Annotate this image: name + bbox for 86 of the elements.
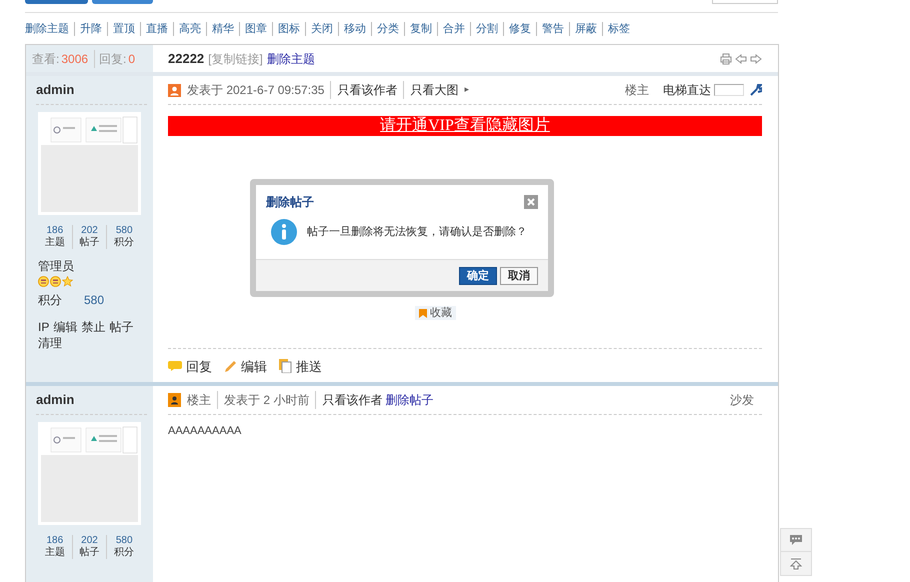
moderation-link[interactable]: 标签 [602,22,635,36]
post-action[interactable]: 推送 [279,356,322,376]
speech-bubble-icon [168,360,182,372]
views-label: 查看: [32,50,60,68]
stat-value[interactable]: 202 [81,225,98,237]
bookmark-icon [419,308,427,318]
reply-count: 0 [128,50,136,68]
moderation-link[interactable]: 删除主题 [25,22,74,36]
cancel-button[interactable]: 取消 [500,266,538,284]
user-icon [168,84,181,96]
moderation-link[interactable]: 复制 [404,22,437,36]
moderation-link[interactable]: 直播 [140,22,173,36]
thread-title: 22222 [168,50,204,68]
stat-label: 帖子 [80,237,100,249]
delete-topic-link[interactable]: 删除主题 [266,50,315,68]
author-name[interactable]: admin [36,390,74,410]
document-icon [279,359,292,374]
delete-post-link[interactable]: 删除帖子 [385,391,434,409]
moderation-link[interactable]: 修复 [503,22,536,36]
moderation-link[interactable]: 图标 [272,22,305,36]
stat-value[interactable]: 202 [81,535,98,547]
action-label: 推送 [296,358,322,376]
floor-number: 楼主 [625,82,649,99]
floor-input[interactable] [714,84,744,96]
user-group: 管理员 [38,257,147,275]
post-date: 发表于 2021-6-7 09:57:35 [187,82,324,99]
author-filter-link[interactable]: 只看该作者 [315,391,382,409]
floor-label: 楼主 [187,392,211,409]
stat-label: 主题 [44,547,65,559]
post-body: AAAAAAAAAA [168,424,242,439]
moderation-link[interactable]: 分割 [470,22,503,36]
admin-link[interactable]: 编辑 [53,319,78,335]
moderation-link[interactable]: 关闭 [305,22,338,36]
post-action[interactable]: 编辑 [224,356,267,376]
comment-icon[interactable] [780,528,812,552]
moderation-link[interactable]: 高亮 [173,22,206,36]
post-action[interactable]: 回复 [168,356,212,376]
action-label: 回复 [186,358,212,376]
moderation-link[interactable]: 图章 [239,22,272,36]
admin-link[interactable]: 禁止 [81,319,106,335]
moderation-link[interactable]: 升降 [74,22,107,36]
star-icon [62,276,73,287]
stat-label: 主题 [44,237,65,249]
smiley-icon [50,276,61,287]
confirm-button[interactable]: 确定 [459,266,497,284]
print-icon[interactable] [720,52,732,64]
credits-label: 积分 [38,292,62,309]
moderation-link[interactable]: 分类 [371,22,404,36]
dialog-title: 删除帖子 [266,194,314,211]
stat-value[interactable]: 580 [116,225,133,237]
moderation-link[interactable]: 合并 [437,22,470,36]
moderation-link[interactable]: 屏蔽 [569,22,602,36]
stat-label: 帖子 [80,547,100,559]
moderation-link[interactable]: 警告 [536,22,569,36]
admin-link[interactable]: 帖子 [109,319,134,335]
info-icon [271,219,297,245]
moderation-link[interactable]: 移动 [338,22,371,36]
author-name[interactable]: admin [36,80,74,100]
back-to-top-icon[interactable] [780,552,812,576]
pencil-icon [224,360,237,373]
dialog-message: 帖子一旦删除将无法恢复，请确认是否删除？ [307,224,527,240]
arrow-icon[interactable]: ▸ [464,83,470,97]
user-badge-icon [168,393,181,407]
stat-label: 积分 [114,547,134,559]
admin-link[interactable]: 清理 [38,335,62,351]
admin-link[interactable]: IP [38,319,50,335]
floor-jump-label: 电梯直达 [663,82,711,99]
stat-value[interactable]: 186 [46,535,64,547]
moderation-link[interactable]: 置顶 [107,22,140,36]
action-label: 编辑 [241,358,267,376]
collect-button[interactable]: 收藏 [415,306,456,320]
credits-value[interactable]: 580 [84,291,104,309]
author-filter-link[interactable]: 只看该作者 [330,81,398,99]
replies-label: 回复: [94,50,126,68]
next-icon[interactable] [750,52,762,64]
floor-number: 沙发 [730,392,754,409]
author-filter-link[interactable]: 只看大图 [403,81,458,99]
close-icon[interactable] [524,195,538,209]
previous-icon[interactable] [735,52,747,64]
stat-value[interactable]: 580 [116,535,133,547]
post-date: 发表于 2 小时前 [217,391,310,409]
moderation-link[interactable]: 精华 [206,22,239,36]
stat-value[interactable]: 186 [46,225,64,237]
view-count: 3006 [61,50,88,68]
smiley-icon [38,276,49,287]
stat-label: 积分 [114,237,134,249]
